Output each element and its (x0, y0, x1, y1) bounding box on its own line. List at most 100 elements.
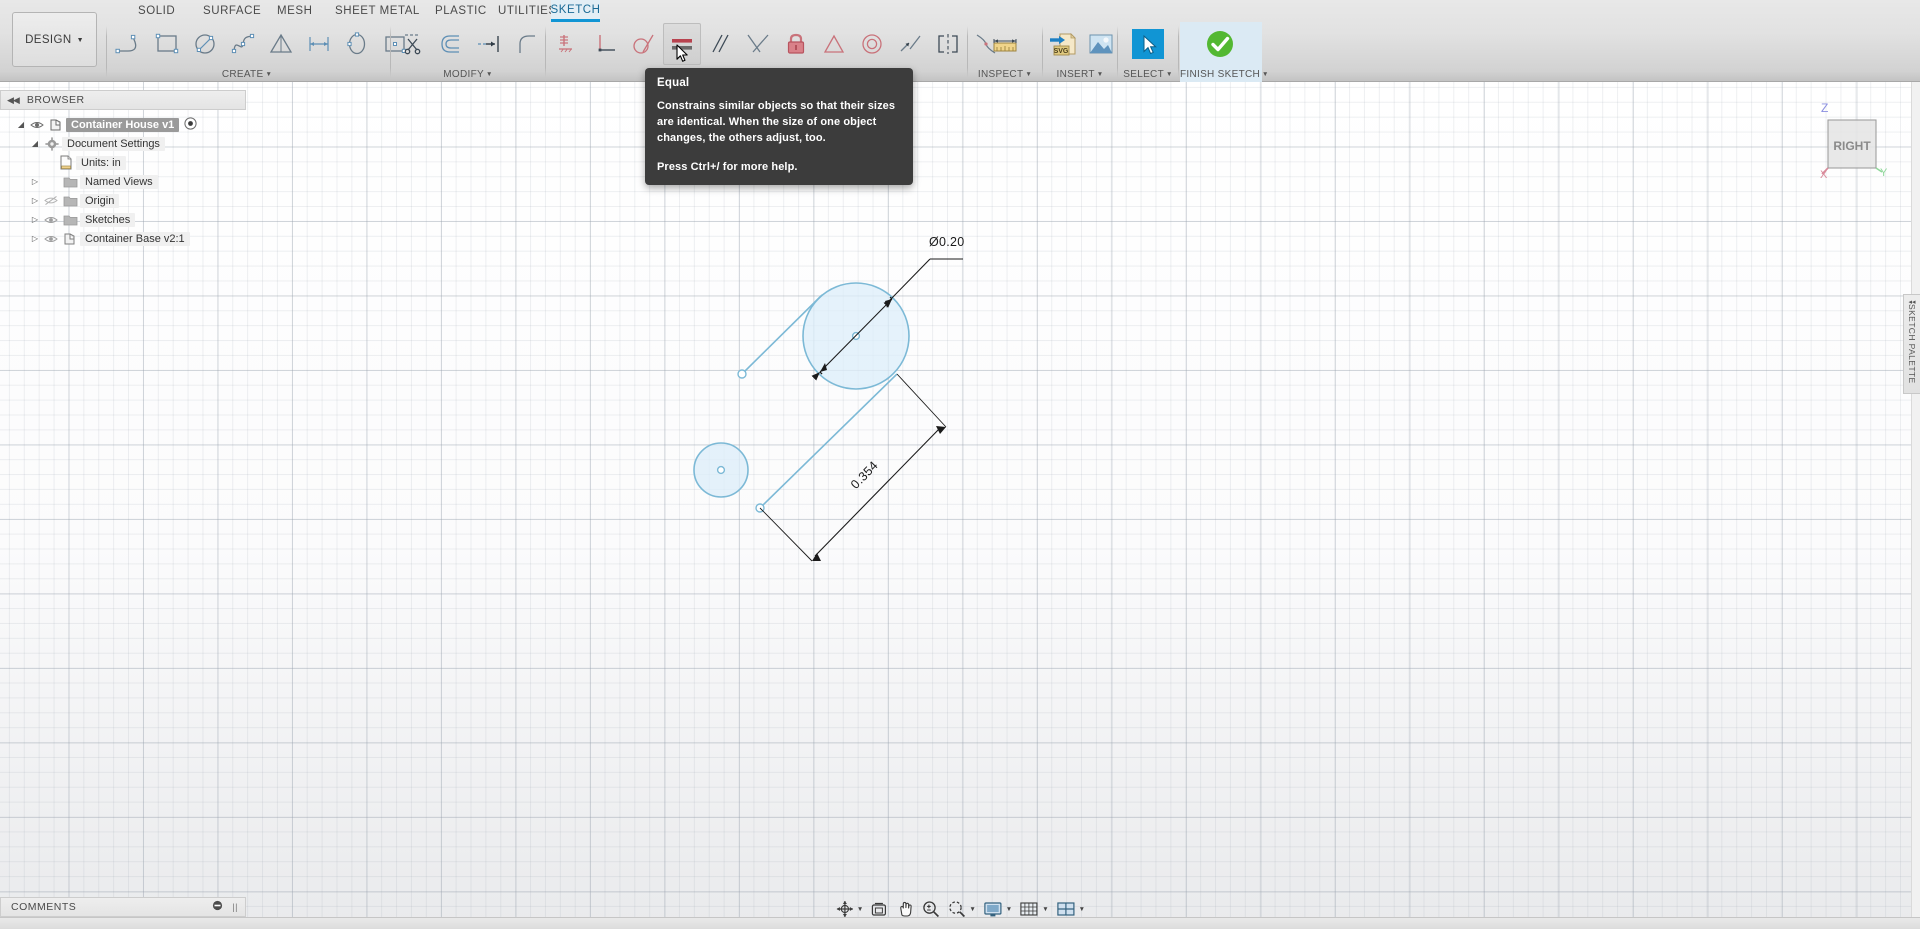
sketch-dimension-tool-button[interactable] (300, 23, 338, 65)
visibility-eye-icon[interactable] (28, 120, 46, 130)
ellipse-tool-button[interactable] (338, 23, 376, 65)
visibility-eye-icon[interactable] (42, 215, 60, 225)
visibility-eye-hidden-icon[interactable] (42, 195, 60, 206)
collapse-arrow-icon[interactable]: ▷ (28, 177, 42, 186)
create-panel-label[interactable]: CREATE ▼ (108, 69, 386, 80)
tab-solid[interactable]: SOLID (128, 0, 185, 22)
inspect-panel: INSPECT ▼ (969, 22, 1041, 82)
fit-button[interactable]: ▼ (945, 896, 977, 922)
tab-sketch[interactable]: SKETCH (551, 0, 600, 22)
circle-tool-button[interactable] (186, 23, 224, 65)
lower-tangent-line[interactable] (759, 373, 898, 509)
viewports-button[interactable]: ▼ (1053, 896, 1087, 922)
browser-header[interactable]: ◀◀ BROWSER (0, 90, 246, 110)
tab-label: SURFACE (203, 5, 262, 17)
tab-plastic[interactable]: PLASTIC (425, 0, 497, 22)
fix-unfix-constraint-button[interactable] (777, 23, 815, 65)
panel-label-text: INSPECT (977, 69, 1024, 80)
circle-center-point[interactable] (716, 465, 726, 475)
inspect-panel-label[interactable]: INSPECT ▼ (969, 69, 1041, 80)
tab-label: UTILITIES (498, 5, 557, 17)
collapse-left-icon[interactable]: ◀◀ (7, 95, 20, 106)
resize-grip-icon[interactable]: || (232, 902, 238, 912)
select-tool-button[interactable] (1129, 23, 1167, 65)
finish-sketch-panel-label[interactable]: FINISH SKETCH ▼ (1180, 69, 1268, 80)
measure-tool-button[interactable] (986, 23, 1024, 65)
parallel-constraint-button[interactable] (701, 23, 739, 65)
midpoint-constraint-button[interactable] (815, 23, 853, 65)
sketch-point[interactable] (737, 369, 747, 379)
diameter-leader-line (887, 258, 931, 303)
collinear-constraint-button[interactable] (891, 23, 929, 65)
display-settings-button[interactable]: ▼ (980, 896, 1014, 922)
visibility-eye-icon[interactable] (42, 234, 60, 244)
tree-item-label: Units: in (76, 155, 126, 170)
linear-dimension-line[interactable] (814, 426, 942, 557)
tree-item-container-base[interactable]: ▷ Container Base v2:1 (0, 229, 246, 248)
tree-item-label: Sketches (80, 212, 136, 227)
collapse-arrow-icon[interactable]: ▷ (28, 196, 42, 205)
diameter-dimension-value[interactable]: Ø0.20 (929, 235, 965, 249)
create-panel: CREATE ▼ (108, 22, 406, 82)
select-panel: SELECT ▼ (1119, 22, 1177, 82)
grid-and-snaps-button[interactable]: ▼ (1016, 896, 1050, 922)
symmetry-constraint-button[interactable] (929, 23, 967, 65)
expand-arrow-icon[interactable]: ◢ (14, 120, 28, 129)
trim-tool-button[interactable] (394, 23, 432, 65)
tree-item-units[interactable]: Units: in (0, 153, 246, 172)
zoom-button[interactable] (919, 896, 943, 922)
folder-icon (60, 195, 80, 207)
tree-item-sketches[interactable]: ▷ Sketches (0, 210, 246, 229)
comments-status-dot[interactable] (212, 900, 223, 914)
axis-label-x: X (1820, 169, 1828, 181)
perpendicular-constraint-button[interactable] (587, 23, 625, 65)
sketch-palette-tab[interactable]: ◂◂ SKETCH PALETTE (1903, 294, 1920, 394)
tree-item-container-house[interactable]: ◢ Container House v1 (0, 115, 246, 134)
extend-tool-button[interactable] (470, 23, 508, 65)
look-at-button[interactable] (867, 896, 891, 922)
design-workspace-button[interactable]: DESIGN ▼ (12, 12, 97, 67)
fillet-tool-button[interactable] (508, 23, 546, 65)
sketch-canvas[interactable]: Ø0.20 0.354 RIGHT Z X Y ◂◂ SKETCH PALETT… (0, 82, 1920, 929)
select-panel-label[interactable]: SELECT ▼ (1119, 69, 1177, 80)
orbit-button[interactable]: ▼ (833, 896, 865, 922)
finish-sketch-button[interactable] (1201, 23, 1239, 65)
collapse-arrow-icon[interactable]: ▷ (28, 215, 42, 224)
tab-mesh[interactable]: MESH (267, 0, 322, 22)
collapse-arrow-icon[interactable]: ▷ (28, 234, 42, 243)
workspace-tab-strip: SOLID SURFACE MESH SHEET METAL PLASTIC U… (0, 0, 1920, 22)
offset-tool-button[interactable] (432, 23, 470, 65)
insert-panel-label[interactable]: INSERT ▼ (1044, 69, 1116, 80)
insert-image-button[interactable] (1082, 23, 1120, 65)
line-tool-button[interactable] (110, 23, 148, 65)
finish-sketch-panel[interactable]: FINISH SKETCH ▼ (1180, 22, 1268, 82)
pan-button[interactable] (893, 896, 917, 922)
tangent-constraint-button[interactable] (625, 23, 663, 65)
activate-component-radio[interactable] (184, 116, 197, 133)
expand-arrow-icon[interactable]: ◢ (28, 139, 42, 148)
rectangle-tool-button[interactable] (148, 23, 186, 65)
tab-sheet-metal[interactable]: SHEET METAL (325, 0, 430, 22)
insert-svg-button[interactable]: SVG (1044, 23, 1082, 65)
concentric-constraint-button[interactable] (853, 23, 891, 65)
tree-item-origin[interactable]: ▷ Origin (0, 191, 246, 210)
browser-title: BROWSER (26, 94, 85, 106)
insert-panel: SVG INSERT ▼ (1044, 22, 1116, 82)
axis-label-y: Y (1880, 167, 1888, 179)
tab-surface[interactable]: SURFACE (193, 0, 271, 22)
component-icon (46, 118, 66, 132)
axis-label-z: Z (1821, 101, 1828, 115)
tree-item-named-views[interactable]: ▷ Named Views (0, 172, 246, 191)
chevron-down-icon: ▼ (1042, 905, 1049, 913)
spline-tool-button[interactable] (224, 23, 262, 65)
coincident-constraint-button[interactable] (739, 23, 777, 65)
tree-item-document-settings[interactable]: ◢ Document Settings (0, 134, 246, 153)
comments-panel[interactable]: COMMENTS || (0, 897, 246, 917)
chevron-down-icon: ▼ (1096, 71, 1104, 78)
polygon-tool-button[interactable] (262, 23, 300, 65)
equal-constraint-button[interactable] (663, 23, 701, 65)
modify-panel-label[interactable]: MODIFY ▼ (392, 69, 544, 80)
horizontal-vertical-constraint-button[interactable] (549, 23, 587, 65)
viewcube[interactable]: RIGHT Z X Y (1806, 100, 1898, 192)
tree-item-label: Container Base v2:1 (80, 231, 190, 246)
